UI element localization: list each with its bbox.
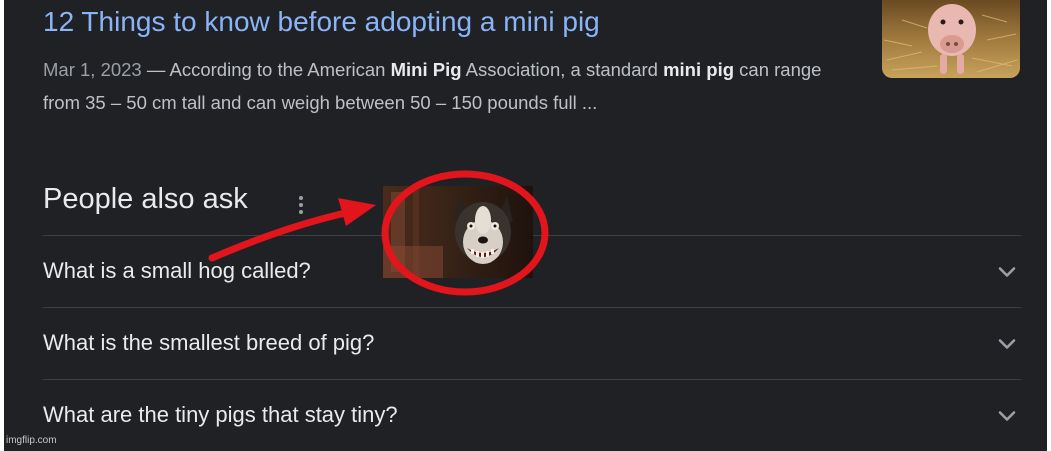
result-snippet: Mar 1, 2023 — According to the American … — [43, 53, 843, 119]
question-text: What are the tiny pigs that stay tiny? — [43, 402, 398, 427]
result-thumbnail[interactable] — [882, 0, 1020, 78]
question-item[interactable]: What is the smallest breed of pig? — [43, 310, 1021, 378]
more-vert-icon[interactable] — [291, 190, 311, 220]
snippet-bold-2: mini pig — [663, 59, 735, 80]
search-results-page: 12 Things to know before adopting a mini… — [0, 0, 1051, 451]
result-date: Mar 1, 2023 — [43, 59, 142, 80]
chevron-down-icon — [998, 411, 1016, 421]
question-text: What is the smallest breed of pig? — [43, 330, 375, 355]
chevron-down-icon — [998, 267, 1016, 277]
imgflip-watermark: imgflip.com — [6, 435, 57, 446]
snippet-text-2: Association, a standard — [461, 59, 664, 80]
snippet-text-1: According to the American — [169, 59, 391, 80]
creepy-smiling-dog-photo — [383, 186, 533, 278]
divider — [43, 379, 1021, 380]
people-also-ask-heading: People also ask — [43, 183, 248, 215]
result-title-link[interactable]: 12 Things to know before adopting a mini… — [43, 6, 600, 38]
chevron-down-icon — [998, 339, 1016, 349]
creepy-dog-photo — [383, 186, 533, 278]
question-item[interactable]: What are the tiny pigs that stay tiny? — [43, 382, 1021, 450]
snippet-bold-1: Mini Pig — [390, 59, 462, 80]
question-text: What is a small hog called? — [43, 258, 311, 283]
snippet-dash: — — [141, 59, 170, 80]
divider — [43, 307, 1021, 308]
pig-photo — [882, 0, 1020, 78]
